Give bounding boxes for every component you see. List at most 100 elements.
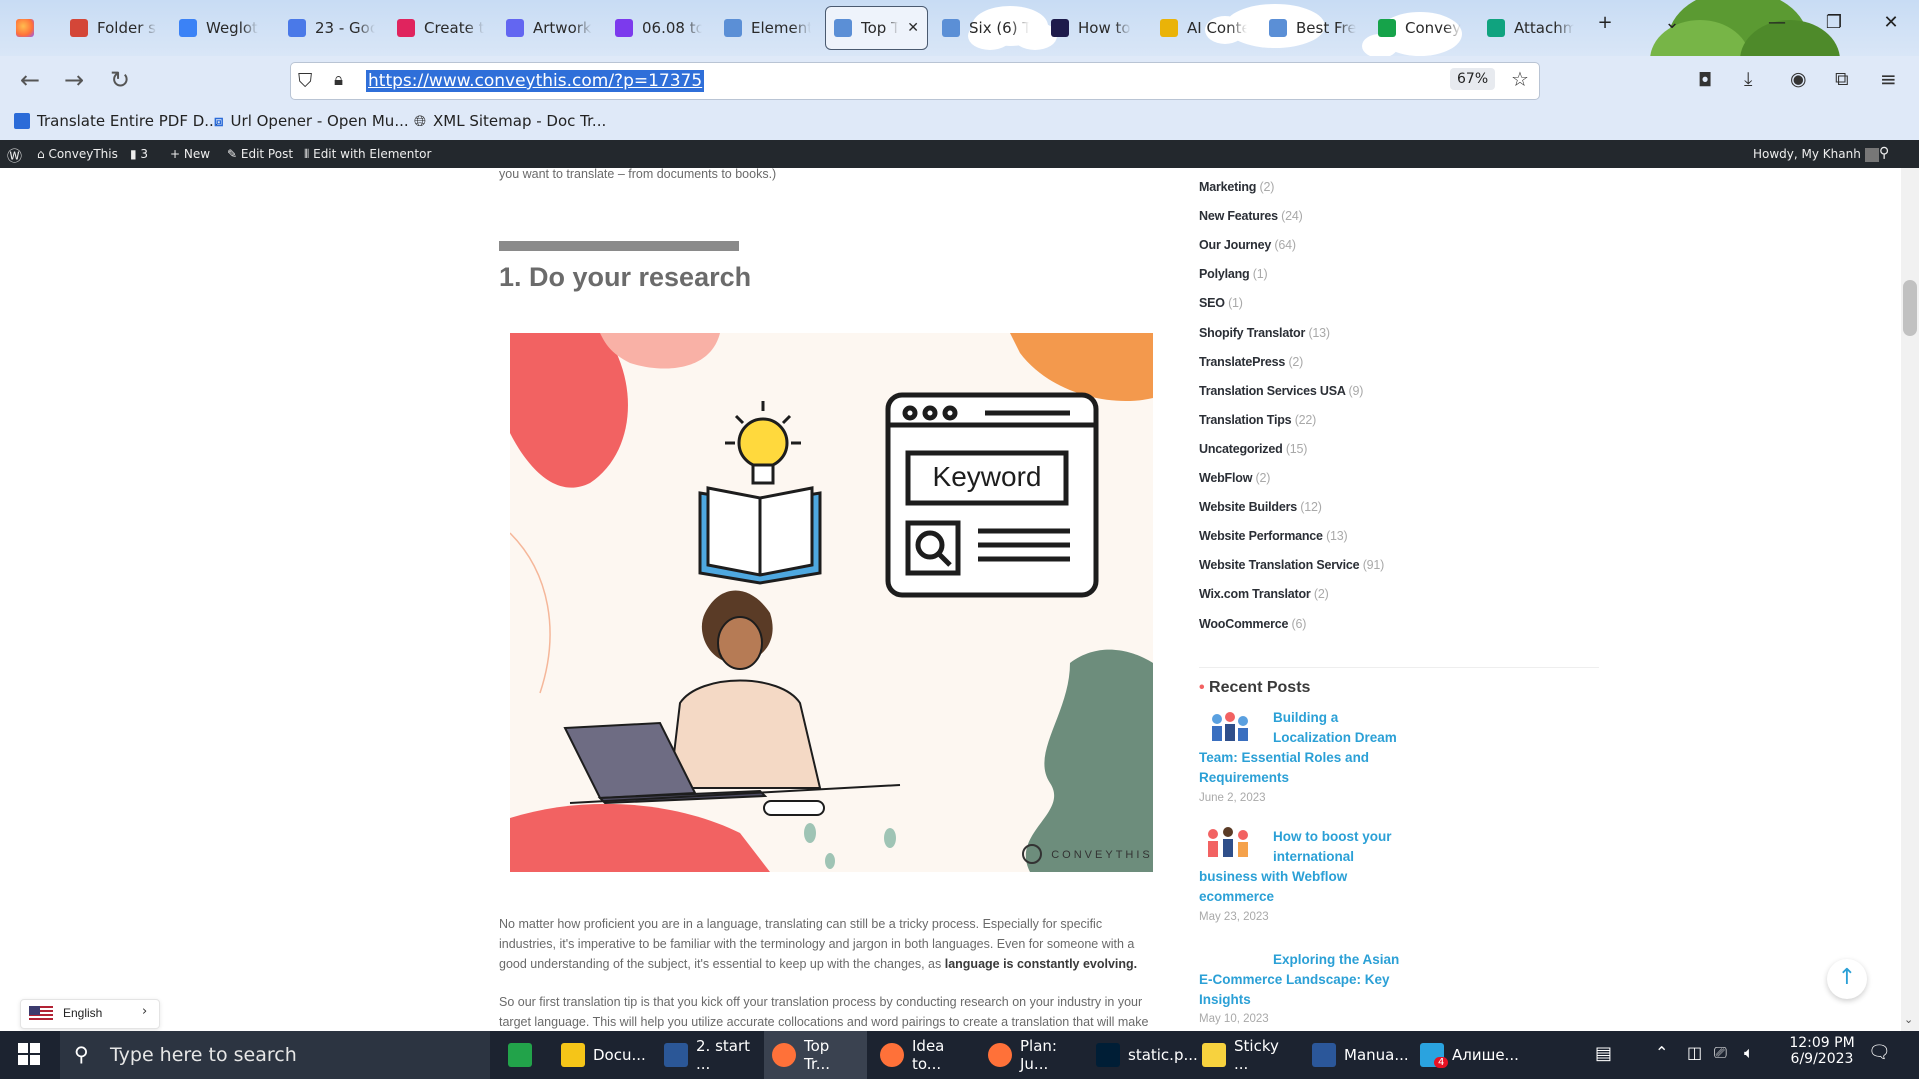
- wp-howdy-user[interactable]: Howdy, My Khanh: [1753, 147, 1879, 162]
- recent-post-link-3[interactable]: Exploring the Asian: [1273, 950, 1399, 970]
- scrollbar-thumb[interactable]: [1903, 280, 1917, 336]
- browser-tab[interactable]: Best Fre: [1261, 6, 1364, 50]
- recent-post-link-1[interactable]: Building a: [1273, 708, 1338, 728]
- bookmark-url-opener[interactable]: ⧈ Url Opener - Open Mu...: [214, 112, 409, 130]
- category-link[interactable]: Our Journey (64): [1199, 238, 1296, 252]
- wp-elementor-link[interactable]: ⦀ Edit with Elementor: [304, 147, 431, 162]
- url-text[interactable]: https://www.conveythis.com/?p=17375: [366, 70, 705, 92]
- category-link[interactable]: Translation Services USA (9): [1199, 384, 1363, 398]
- bookmark-star-icon[interactable]: ☆: [1511, 67, 1529, 91]
- taskbar-app[interactable]: Plan: Ju...: [980, 1031, 1083, 1079]
- category-link[interactable]: Uncategorized (15): [1199, 442, 1307, 456]
- list-tabs-icon[interactable]: ⌄: [1657, 12, 1687, 33]
- reload-icon[interactable]: ↻: [104, 66, 136, 94]
- network-icon[interactable]: ⎚: [1714, 1043, 1727, 1063]
- taskbar-app[interactable]: Алише... 4: [1412, 1031, 1522, 1079]
- show-hidden-icons-icon[interactable]: ⌃: [1655, 1043, 1668, 1062]
- zoom-level[interactable]: 67%: [1450, 68, 1496, 90]
- browser-tab[interactable]: AI Conte: [1152, 6, 1255, 50]
- category-count: (6): [1291, 616, 1307, 631]
- category-link[interactable]: Shopify Translator (13): [1199, 326, 1330, 340]
- volume-muted-icon[interactable]: 🔈︎: [1744, 1043, 1754, 1063]
- category-link[interactable]: New Features (24): [1199, 209, 1303, 223]
- browser-tab[interactable]: Artwork: [498, 6, 601, 50]
- taskbar-app[interactable]: Idea to...: [872, 1031, 975, 1079]
- browser-tab[interactable]: Top T ✕: [825, 6, 928, 50]
- firefox-menu-icon[interactable]: [8, 6, 42, 50]
- back-icon[interactable]: ←: [14, 66, 46, 94]
- tab-label: Weglot: [206, 19, 258, 37]
- browser-tab[interactable]: Weglot: [171, 6, 274, 50]
- app-menu-icon[interactable]: ≡: [1880, 67, 1897, 91]
- recent-post-link-2[interactable]: How to boost your: [1273, 827, 1392, 847]
- browser-tab[interactable]: Element: [716, 6, 819, 50]
- browser-tab[interactable]: Six (6) Ty: [934, 6, 1037, 50]
- wp-new-link[interactable]: + New: [170, 147, 210, 161]
- search-icon: ⚲: [74, 1042, 89, 1066]
- forward-icon[interactable]: →: [58, 66, 90, 94]
- category-link[interactable]: WebFlow (2): [1199, 471, 1270, 485]
- category-link[interactable]: Website Builders (12): [1199, 500, 1322, 514]
- shield-icon[interactable]: ⛉: [298, 70, 312, 92]
- browser-tab[interactable]: How to: [1043, 6, 1146, 50]
- recent-post-link-1-l2[interactable]: Localization Dream: [1273, 728, 1397, 748]
- tab-label: 23 - Goo: [315, 19, 375, 37]
- recent-post-link-2-l3[interactable]: business with Webflow: [1199, 867, 1347, 887]
- category-link[interactable]: Wix.com Translator (2): [1199, 587, 1329, 601]
- recent-post-link-2-l4[interactable]: ecommerce: [1199, 887, 1274, 907]
- tab-favicon-icon: [942, 19, 960, 37]
- wp-comments-link[interactable]: ▮ 3: [130, 147, 148, 161]
- category-link[interactable]: WooCommerce (6): [1199, 617, 1306, 631]
- taskbar-app[interactable]: Manua...: [1304, 1031, 1409, 1079]
- minimize-icon[interactable]: —: [1762, 12, 1792, 33]
- downloads-icon[interactable]: ⤓: [1744, 68, 1752, 90]
- recent-post-link-1-l3[interactable]: Team: Essential Roles and: [1199, 748, 1369, 768]
- windows-start-icon[interactable]: [18, 1043, 40, 1069]
- browser-tab[interactable]: Attachm: [1479, 6, 1582, 50]
- taskbar-app[interactable]: Sticky ...: [1194, 1031, 1299, 1079]
- category-link[interactable]: TranslatePress (2): [1199, 355, 1303, 369]
- wp-site-link[interactable]: ⌂ ConveyThis: [37, 147, 118, 161]
- scroll-down-arrow-icon[interactable]: ⌄: [1904, 1013, 1913, 1026]
- recent-post-link-1-l4[interactable]: Requirements: [1199, 768, 1289, 788]
- browser-tab[interactable]: Create ti: [389, 6, 492, 50]
- meet-now-icon[interactable]: ◫: [1687, 1043, 1702, 1062]
- pocket-icon[interactable]: ◘: [1698, 70, 1712, 91]
- clock[interactable]: 12:09 PM 6/9/2023: [1782, 1035, 1862, 1067]
- category-link[interactable]: Website Translation Service (91): [1199, 558, 1384, 572]
- category-link[interactable]: Website Performance (13): [1199, 529, 1348, 543]
- bookmark-xml-sitemap[interactable]: 🌐︎ XML Sitemap - Doc Tr...: [414, 112, 606, 130]
- category-link[interactable]: Marketing (2): [1199, 180, 1274, 194]
- taskbar-app[interactable]: Docu...: [553, 1031, 651, 1079]
- bookmark-translate-pdf[interactable]: Translate Entire PDF D...: [14, 112, 219, 130]
- browser-tab[interactable]: 06.08 to: [607, 6, 710, 50]
- category-link[interactable]: Translation Tips (22): [1199, 413, 1316, 427]
- restore-icon[interactable]: ❐: [1819, 12, 1849, 33]
- lock-icon[interactable]: 🔒︎: [334, 70, 343, 90]
- account-icon[interactable]: ◉: [1790, 68, 1807, 90]
- browser-tab[interactable]: Convey: [1370, 6, 1473, 50]
- scroll-to-top-button[interactable]: ↑: [1827, 959, 1867, 999]
- category-link[interactable]: SEO (1): [1199, 296, 1243, 310]
- wordpress-logo-icon[interactable]: Ⓦ: [7, 145, 22, 166]
- close-tab-icon[interactable]: ✕: [907, 20, 919, 36]
- wp-search-icon[interactable]: ⚲: [1879, 145, 1889, 161]
- taskbar-app[interactable]: 2. start ...: [656, 1031, 759, 1079]
- category-count: (22): [1294, 412, 1317, 427]
- recent-post-link-3-l2[interactable]: E-Commerce Landscape: Key: [1199, 970, 1390, 990]
- taskbar-app[interactable]: [500, 1031, 548, 1079]
- taskbar-app[interactable]: Top Tr...: [764, 1031, 867, 1079]
- doc-icon: [14, 113, 30, 129]
- recent-post-link-3-l3[interactable]: Insights: [1199, 990, 1251, 1010]
- browser-tab[interactable]: Folder sl: [62, 6, 165, 50]
- extensions-icon[interactable]: ⧉: [1835, 68, 1849, 90]
- browser-tab[interactable]: 23 - Goo: [280, 6, 383, 50]
- news-widget-icon[interactable]: ▤: [1595, 1043, 1612, 1064]
- recent-post-link-2-l2[interactable]: international: [1273, 847, 1354, 867]
- wp-edit-post-link[interactable]: ✎ Edit Post: [227, 147, 293, 161]
- close-window-icon[interactable]: ✕: [1876, 12, 1906, 33]
- new-tab-icon[interactable]: +: [1590, 12, 1620, 33]
- notifications-icon[interactable]: 🗨︎: [1868, 1042, 1891, 1063]
- taskbar-app[interactable]: static.p...: [1088, 1031, 1198, 1079]
- category-link[interactable]: Polylang (1): [1199, 267, 1268, 281]
